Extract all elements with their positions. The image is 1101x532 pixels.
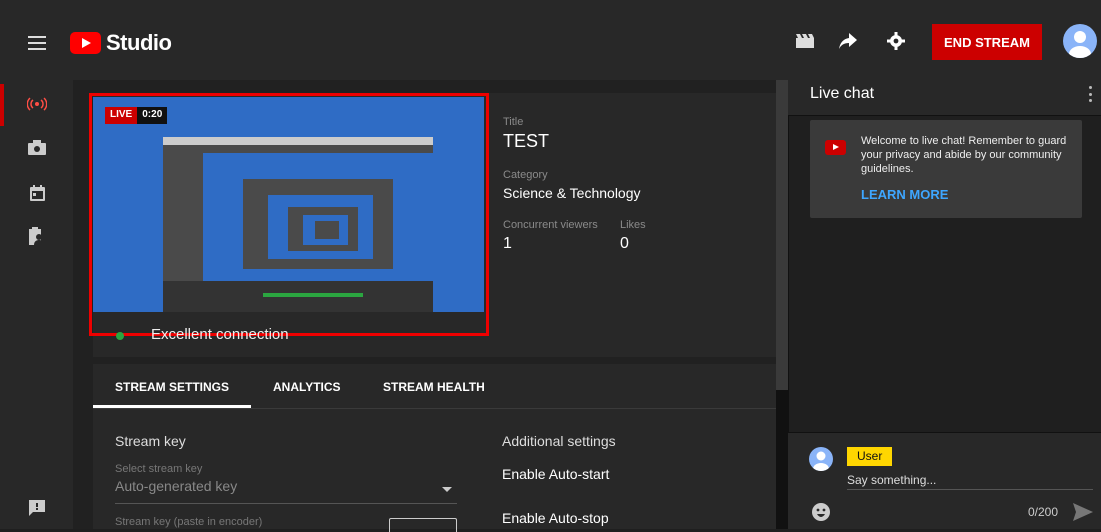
title-label: Title bbox=[503, 116, 524, 128]
gear-icon[interactable] bbox=[885, 30, 907, 52]
active-nav-indicator bbox=[0, 84, 4, 126]
character-counter: 0/200 bbox=[1028, 505, 1059, 519]
auto-start-option[interactable]: Enable Auto-start bbox=[502, 466, 609, 482]
connection-status: Excellent connection bbox=[151, 326, 289, 343]
connection-status-icon bbox=[116, 332, 124, 340]
chat-user-avatar bbox=[809, 447, 833, 471]
share-icon[interactable] bbox=[837, 30, 859, 52]
tab-stream-health[interactable]: STREAM HEALTH bbox=[383, 380, 485, 394]
select-key-label: Select stream key bbox=[115, 463, 203, 475]
chevron-down-icon bbox=[442, 487, 452, 492]
calendar-icon[interactable] bbox=[27, 183, 47, 203]
title-value: TEST bbox=[503, 131, 550, 151]
additional-settings-heading: Additional settings bbox=[502, 433, 616, 449]
account-avatar[interactable] bbox=[1063, 24, 1097, 58]
learn-more-link[interactable]: LEARN MORE bbox=[861, 187, 948, 202]
chat-message-input[interactable] bbox=[847, 470, 1093, 490]
more-options-icon[interactable] bbox=[1089, 86, 1092, 102]
feedback-icon[interactable] bbox=[27, 498, 47, 518]
select-key-value: Auto-generated key bbox=[115, 478, 238, 494]
likes-label: Likes bbox=[620, 219, 646, 231]
emoji-icon[interactable] bbox=[812, 503, 830, 521]
end-stream-button[interactable]: END STREAM bbox=[932, 24, 1042, 60]
logo-text: Studio bbox=[106, 30, 172, 55]
elapsed-time: 0:20 bbox=[137, 107, 168, 124]
live-broadcast-icon[interactable] bbox=[27, 94, 47, 114]
welcome-message: Welcome to live chat! Remember to guard … bbox=[861, 135, 1067, 175]
youtube-icon bbox=[825, 140, 846, 155]
viewers-value: 1 bbox=[503, 235, 512, 252]
send-icon[interactable] bbox=[1073, 503, 1093, 521]
chat-title: Live chat bbox=[810, 85, 875, 102]
stream-key-select[interactable]: Auto-generated key bbox=[115, 478, 457, 504]
paste-key-label: Stream key (paste in encoder) bbox=[115, 516, 263, 528]
auto-stop-option[interactable]: Enable Auto-stop bbox=[502, 510, 609, 526]
camera-icon[interactable] bbox=[27, 137, 47, 157]
youtube-play-icon bbox=[70, 32, 101, 54]
viewers-label: Concurrent viewers bbox=[503, 219, 598, 231]
live-label: LIVE bbox=[105, 107, 138, 124]
tab-analytics[interactable]: ANALYTICS bbox=[273, 380, 341, 394]
menu-icon[interactable] bbox=[28, 36, 46, 50]
live-badge: LIVE 0:20 bbox=[105, 107, 168, 124]
stream-key-heading: Stream key bbox=[115, 433, 186, 449]
likes-value: 0 bbox=[620, 235, 629, 252]
studio-logo[interactable]: Studio bbox=[70, 30, 172, 56]
tab-stream-settings[interactable]: STREAM SETTINGS bbox=[115, 380, 229, 394]
clapperboard-icon[interactable] bbox=[794, 30, 816, 52]
copy-key-button[interactable] bbox=[389, 518, 457, 532]
chat-username: User bbox=[847, 447, 893, 466]
preview-highlight-frame bbox=[89, 93, 489, 336]
category-label: Category bbox=[503, 169, 548, 181]
tabs-divider bbox=[93, 408, 776, 409]
category-value: Science & Technology bbox=[503, 185, 641, 201]
scrollbar-thumb[interactable] bbox=[776, 80, 788, 390]
clipboard-person-icon[interactable] bbox=[27, 226, 47, 246]
